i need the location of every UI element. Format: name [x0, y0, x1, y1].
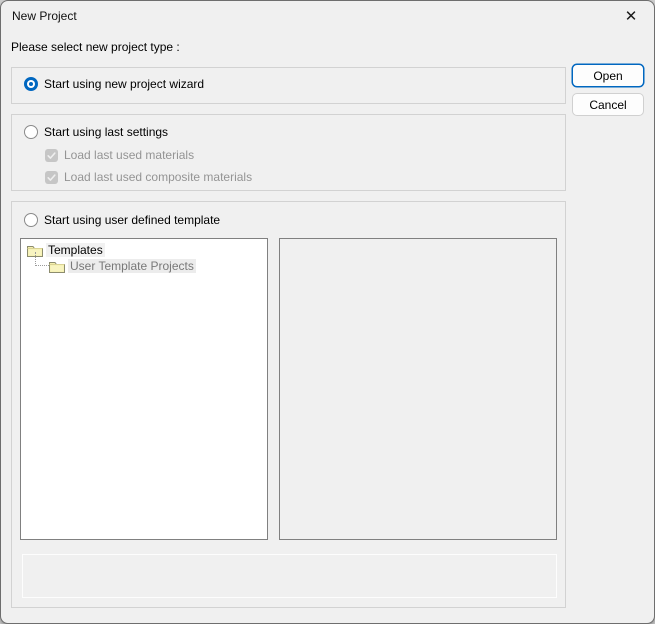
- radio-option-wizard-label: Start using new project wizard: [44, 77, 204, 91]
- last-settings-option-group: Start using last settings Load last used…: [11, 114, 566, 191]
- user-template-option-group: Start using user defined template Templa…: [11, 201, 566, 608]
- check-mark-icon: [46, 150, 57, 161]
- checkbox-load-last-composite-materials: Load last used composite materials: [45, 170, 252, 184]
- checkbox-load-last-materials: Load last used materials: [45, 148, 194, 162]
- radio-option-user-template-label: Start using user defined template: [44, 213, 220, 227]
- checkbox-load-last-composite-materials-label: Load last used composite materials: [64, 170, 252, 184]
- template-description-box: [22, 554, 557, 598]
- radio-unselected-icon[interactable]: [24, 213, 38, 227]
- template-tree[interactable]: Templates User Template Projects: [20, 238, 268, 540]
- tree-item-user-template-projects[interactable]: User Template Projects: [49, 258, 196, 274]
- radio-option-last-settings-label: Start using last settings: [44, 125, 168, 139]
- template-preview-panel: [279, 238, 557, 540]
- close-button[interactable]: ✕: [608, 1, 654, 31]
- cancel-button[interactable]: Cancel: [572, 93, 644, 116]
- window-title: New Project: [12, 9, 77, 23]
- new-project-dialog: New Project ✕ Please select new project …: [0, 0, 655, 624]
- radio-unselected-icon[interactable]: [24, 125, 38, 139]
- open-button[interactable]: Open: [572, 64, 644, 87]
- checkbox-checked-icon: [45, 171, 58, 184]
- check-mark-icon: [46, 172, 57, 183]
- tree-item-user-template-projects-label[interactable]: User Template Projects: [68, 259, 196, 273]
- radio-selected-icon[interactable]: [24, 77, 38, 91]
- checkbox-checked-icon: [45, 149, 58, 162]
- prompt-label: Please select new project type :: [11, 40, 180, 54]
- radio-option-user-template[interactable]: Start using user defined template: [24, 213, 220, 227]
- radio-option-last-settings[interactable]: Start using last settings: [24, 125, 168, 139]
- folder-icon: [49, 260, 65, 273]
- checkbox-load-last-materials-label: Load last used materials: [64, 148, 194, 162]
- close-icon: ✕: [625, 9, 638, 24]
- title-bar[interactable]: New Project ✕: [1, 1, 654, 33]
- tree-branch-line: [35, 252, 49, 266]
- radio-option-wizard[interactable]: Start using new project wizard: [24, 77, 204, 91]
- tree-item-templates-label[interactable]: Templates: [46, 243, 105, 257]
- wizard-option-group: Start using new project wizard: [11, 67, 566, 104]
